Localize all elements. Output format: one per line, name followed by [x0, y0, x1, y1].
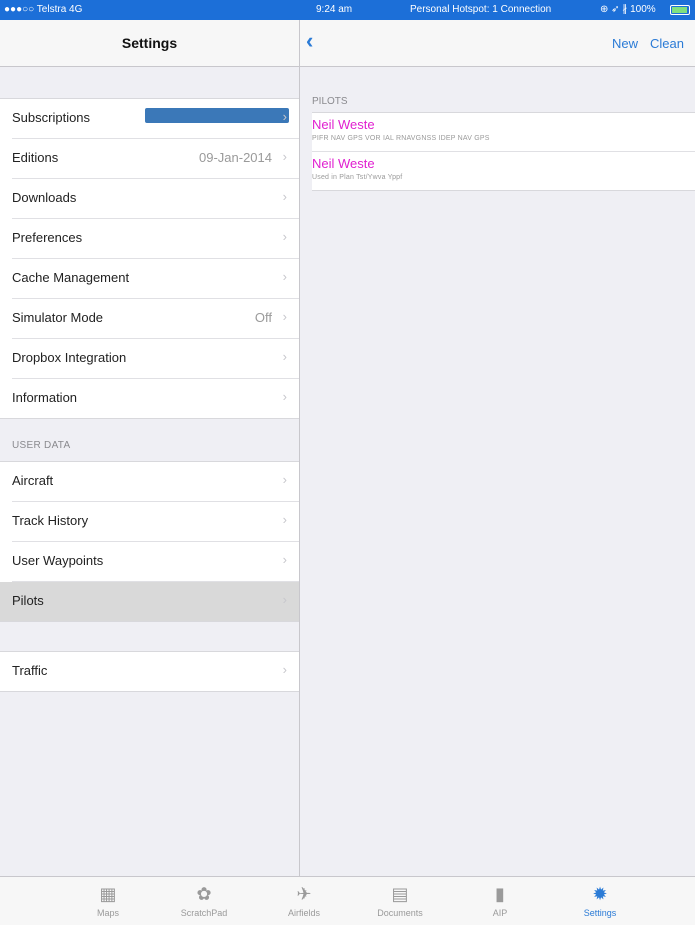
status-indicators: ⊕ ➶ ∦ 100%: [600, 4, 656, 15]
settings-item-label: Pilots: [12, 593, 44, 608]
tab-label: ScratchPad: [180, 908, 228, 918]
settings-item-traffic[interactable]: Traffic ›: [12, 652, 299, 691]
settings-item-label: Simulator Mode: [12, 310, 104, 325]
settings-item-label: Dropbox Integration: [12, 350, 127, 365]
settings-item-label: Track History: [12, 513, 89, 528]
airplane-icon: ✈: [296, 884, 312, 904]
pilots-detail-pane: ‹ New Clean PILOTS Neil Weste PIFR NAV G…: [300, 20, 695, 876]
settings-item-label: Aircraft: [12, 473, 54, 488]
settings-item-label: Traffic: [12, 663, 48, 678]
settings-item-user-waypoints[interactable]: User Waypoints ›: [12, 542, 299, 582]
settings-item-label: Cache Management: [12, 270, 130, 285]
pilot-details: Used in Plan Tst/Ywva Yppf: [312, 174, 403, 181]
carrier-label: ●●●○○ Telstra 4G: [4, 4, 83, 15]
settings-item-label: Downloads: [12, 190, 77, 205]
settings-item-track-history[interactable]: Track History ›: [12, 502, 299, 542]
chevron-right-icon: ›: [282, 662, 287, 677]
settings-item-label: Subscriptions: [12, 110, 91, 125]
tab-settings[interactable]: ✹ Settings: [560, 877, 640, 925]
tab-bar: ▦ Maps ✿ ScratchPad ✈ Airfields ▤ Docume…: [0, 876, 695, 925]
pilots-section-label: PILOTS: [312, 96, 348, 107]
chevron-right-icon: ›: [282, 472, 287, 487]
chevron-right-icon: ›: [282, 109, 287, 124]
pilot-name: Neil Weste: [312, 156, 375, 171]
settings-item-label: User Waypoints: [12, 553, 104, 568]
palette-icon: ✿: [196, 884, 212, 904]
pilot-details: PIFR NAV GPS VOR IAL RNAVGNSS IDEP NAV G…: [312, 135, 490, 142]
chevron-right-icon: ›: [282, 552, 287, 567]
settings-item-label: Editions: [12, 150, 59, 165]
chevron-right-icon: ›: [282, 269, 287, 284]
battery-icon: [670, 5, 690, 15]
settings-group-main: Subscriptions › Editions 09-Jan-2014 › D…: [0, 98, 299, 419]
chevron-right-icon: ›: [282, 229, 287, 244]
tab-label: Settings: [583, 908, 617, 918]
settings-item-preferences[interactable]: Preferences ›: [12, 219, 299, 259]
tab-documents[interactable]: ▤ Documents: [360, 877, 440, 925]
settings-group-user-data: Aircraft › Track History › User Waypoint…: [0, 461, 299, 622]
detail-nav-bar: ‹ New Clean: [300, 20, 695, 67]
back-button[interactable]: ‹: [306, 30, 313, 52]
chevron-right-icon: ›: [282, 149, 287, 164]
chevron-right-icon: ›: [282, 309, 287, 324]
pilot-row[interactable]: Neil Weste PIFR NAV GPS VOR IAL RNAVGNSS…: [312, 113, 695, 152]
settings-item-cache-management[interactable]: Cache Management ›: [12, 259, 299, 299]
settings-item-label: Preferences: [12, 230, 83, 245]
settings-item-simulator-mode[interactable]: Simulator Mode Off ›: [12, 299, 299, 339]
new-button[interactable]: New: [612, 36, 638, 51]
tab-scratchpad[interactable]: ✿ ScratchPad: [164, 877, 244, 925]
settings-item-detail: Off: [254, 310, 272, 325]
chevron-right-icon: ›: [282, 389, 287, 404]
settings-item-pilots[interactable]: Pilots ›: [0, 582, 299, 621]
pilot-row[interactable]: Neil Weste Used in Plan Tst/Ywva Yppf: [312, 152, 695, 190]
settings-item-downloads[interactable]: Downloads ›: [12, 179, 299, 219]
chevron-right-icon: ›: [282, 512, 287, 527]
clean-button[interactable]: Clean: [650, 36, 684, 51]
tab-label: Documents: [377, 908, 423, 918]
book-icon: ▮: [495, 884, 505, 904]
settings-item-editions[interactable]: Editions 09-Jan-2014 ›: [12, 139, 299, 179]
tab-label: Airfields: [287, 908, 320, 918]
chevron-right-icon: ›: [282, 349, 287, 364]
settings-item-information[interactable]: Information ›: [12, 379, 299, 418]
box-icon: ▤: [391, 884, 409, 904]
map-icon: ▦: [99, 884, 117, 904]
pilot-name: Neil Weste: [312, 117, 375, 132]
settings-item-dropbox-integration[interactable]: Dropbox Integration ›: [12, 339, 299, 379]
gear-icon: ✹: [592, 884, 608, 904]
pilots-list: Neil Weste PIFR NAV GPS VOR IAL RNAVGNSS…: [312, 112, 695, 191]
tab-aip[interactable]: ▮ AIP: [460, 877, 540, 925]
chevron-right-icon: ›: [282, 189, 287, 204]
hotspot-label: Personal Hotspot: 1 Connection: [410, 4, 552, 15]
settings-item-subscriptions[interactable]: Subscriptions ›: [12, 99, 299, 139]
redaction-mark: [145, 108, 289, 123]
user-data-section-label: USER DATA: [12, 440, 71, 451]
clock: 9:24 am: [316, 4, 353, 15]
settings-group-traffic: Traffic ›: [0, 651, 299, 692]
tab-label: Maps: [96, 908, 119, 918]
chevron-right-icon: ›: [282, 592, 287, 607]
status-bar: ●●●○○ Telstra 4G 9:24 am Personal Hotspo…: [0, 0, 695, 20]
tab-label: AIP: [492, 908, 508, 918]
settings-item-detail: 09-Jan-2014: [199, 150, 272, 165]
settings-item-label: Information: [12, 390, 78, 405]
settings-sidebar: Settings Subscriptions › Editions 09-Jan…: [0, 20, 300, 876]
settings-title: Settings: [0, 20, 299, 67]
tab-maps[interactable]: ▦ Maps: [68, 877, 148, 925]
tab-airfields[interactable]: ✈ Airfields: [264, 877, 344, 925]
settings-item-aircraft[interactable]: Aircraft ›: [12, 462, 299, 502]
